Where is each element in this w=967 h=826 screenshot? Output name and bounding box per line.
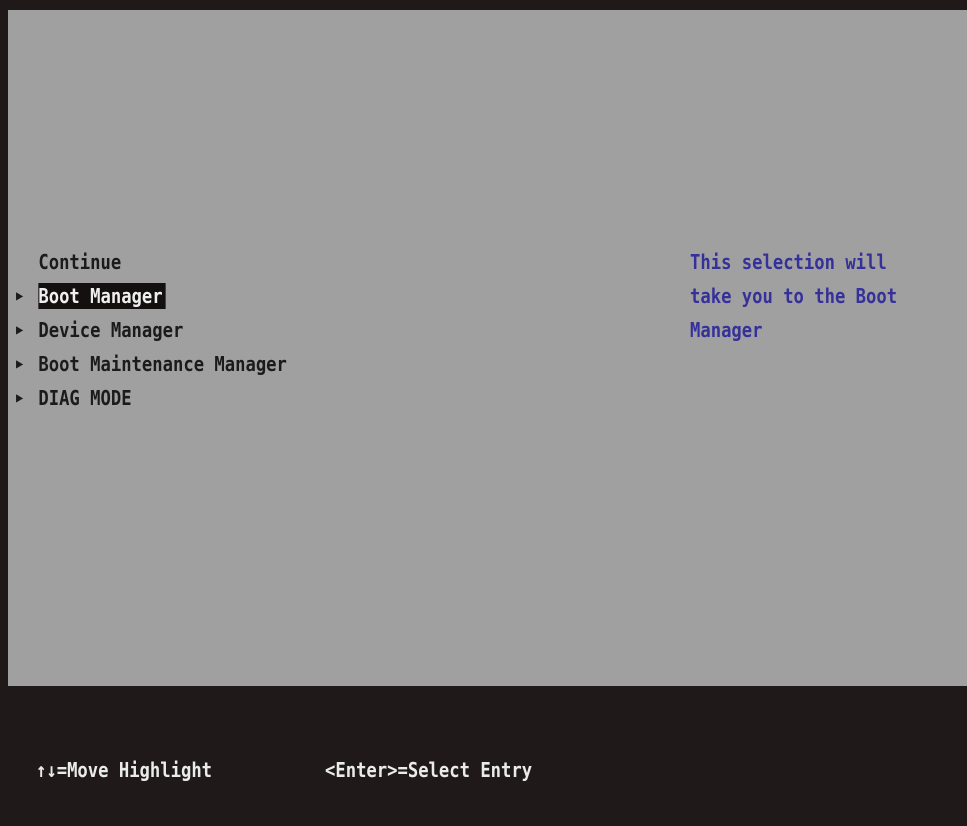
help-text: This selection will take you to the Boot…: [690, 245, 939, 347]
move-highlight-hint: ↑↓=Move Highlight: [36, 758, 213, 782]
submenu-arrow-icon: ▶: [16, 288, 24, 304]
help-line: Manager: [690, 318, 763, 342]
menu-item-boot-maintenance-manager[interactable]: ▶ Boot Maintenance Manager: [16, 347, 289, 381]
select-entry-hint: <Enter>=Select Entry: [325, 758, 533, 782]
key-hint-bar: ↑↓=Move Highlight <Enter>=Select Entry: [0, 686, 967, 826]
submenu-arrow-icon: ▶: [16, 390, 24, 406]
submenu-arrow-icon: ▶: [16, 322, 24, 338]
menu-item-diag-mode[interactable]: ▶ DIAG MODE: [16, 381, 289, 415]
menu-item-boot-manager[interactable]: ▶ Boot Manager: [16, 279, 289, 313]
menu-item-label: Boot Manager: [38, 283, 166, 309]
help-line: take you to the Boot: [690, 284, 898, 308]
menu-item-continue[interactable]: ▶ Continue: [16, 245, 289, 279]
submenu-arrow-icon: ▶: [16, 356, 24, 372]
main-menu: ▶ Continue ▶ Boot Manager ▶ Device Manag…: [16, 245, 289, 415]
bios-setup-screen: ▶ Continue ▶ Boot Manager ▶ Device Manag…: [0, 0, 967, 826]
menu-item-label: Continue: [38, 250, 122, 274]
menu-item-label: Boot Maintenance Manager: [38, 352, 287, 376]
menu-item-label: DIAG MODE: [38, 386, 132, 410]
menu-item-label: Device Manager: [38, 318, 184, 342]
help-line: This selection will: [690, 250, 887, 274]
menu-item-device-manager[interactable]: ▶ Device Manager: [16, 313, 289, 347]
